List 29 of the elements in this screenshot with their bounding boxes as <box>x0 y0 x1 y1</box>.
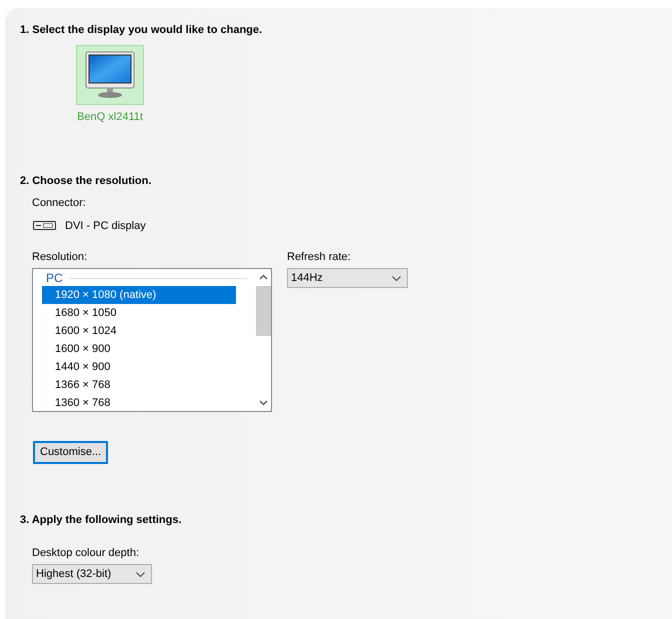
scrollbar-thumb[interactable] <box>256 286 270 336</box>
resolution-item[interactable]: 1600 × 900 <box>42 340 236 358</box>
resolution-label: Resolution: <box>32 250 88 264</box>
customise-button[interactable]: Customise... <box>33 441 108 464</box>
resolution-item[interactable]: 1680 × 1050 <box>42 304 236 322</box>
resolution-item[interactable]: 1440 × 900 <box>42 358 236 376</box>
colour-depth-label: Desktop colour depth: <box>32 546 140 560</box>
display-tile[interactable] <box>76 45 144 105</box>
chevron-down-icon <box>136 572 145 576</box>
connector-label: Connector: <box>32 196 87 210</box>
section-heading: 3. Apply the following settings. <box>20 513 183 527</box>
display-name: BenQ xl2411t <box>76 110 144 125</box>
chevron-down-icon <box>392 276 401 280</box>
colour-depth-dropdown[interactable]: Highest (32-bit) <box>32 564 152 584</box>
section-heading: 2. Choose the resolution. <box>20 174 152 188</box>
resolution-item[interactable]: 1600 × 1024 <box>42 322 236 340</box>
resolution-item[interactable]: 1360 × 768 <box>42 394 236 411</box>
monitor-icon <box>85 50 135 100</box>
resolution-listbox[interactable]: PC 1920 × 1080 (native) 1680 × 1050 1600 × 1024 1600 × 900 1440 × 900 1366 × 768 1360 × 768 <box>32 268 272 412</box>
connector-value: DVI - PC display <box>65 218 146 234</box>
resolution-item[interactable]: 1366 × 768 <box>42 376 236 394</box>
group-header: PC <box>42 270 255 286</box>
refresh-rate-label: Refresh rate: <box>287 250 352 264</box>
refresh-rate-dropdown[interactable]: 144Hz <box>287 268 408 288</box>
connector-icon <box>33 221 56 230</box>
scroll-down-icon[interactable] <box>258 400 268 406</box>
scroll-up-icon[interactable] <box>258 274 268 280</box>
section-heading: 1. Select the display you would like to change. <box>20 23 264 37</box>
resolution-item[interactable]: 1920 × 1080 (native) <box>42 286 236 304</box>
